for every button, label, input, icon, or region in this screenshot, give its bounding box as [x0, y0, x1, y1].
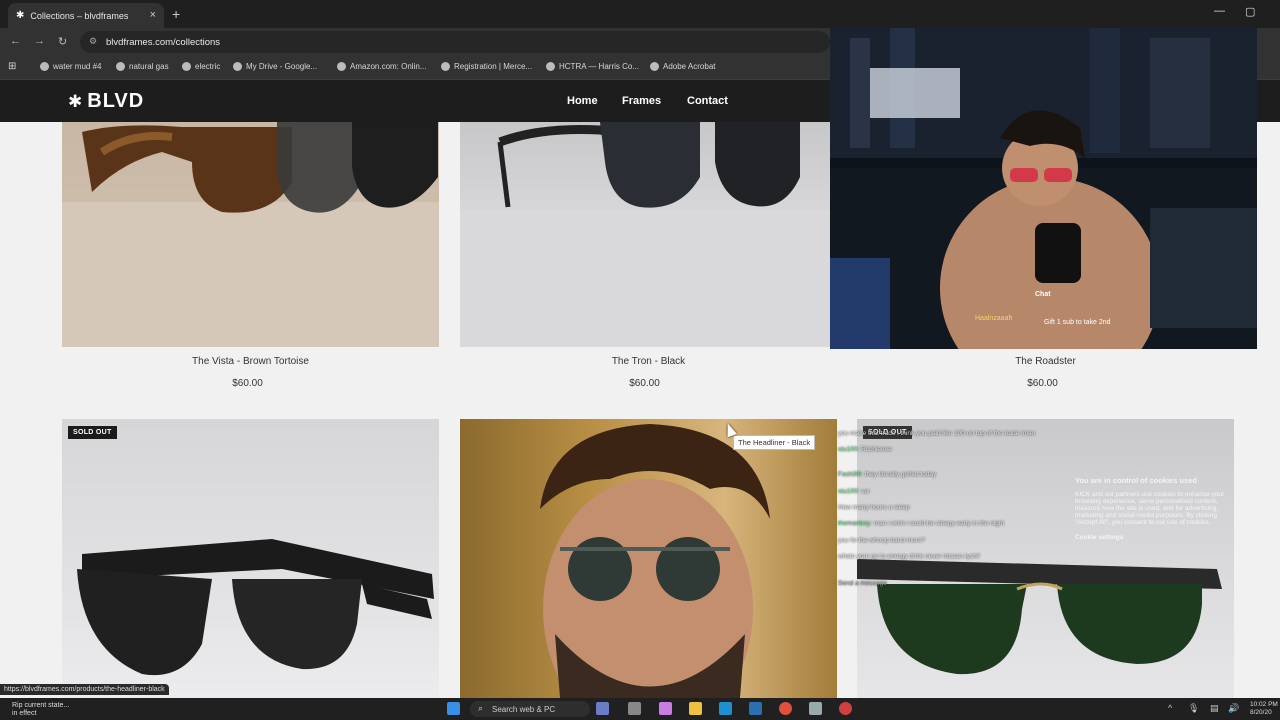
blvd-logo-icon: ✱ [68, 91, 84, 111]
bookmark-favicon-icon [441, 62, 450, 71]
tab-title: Collections – blvdframes [30, 10, 129, 21]
chrome-icon[interactable] [779, 702, 792, 715]
file-explorer-icon[interactable] [689, 702, 702, 715]
bookmark-item[interactable]: Adobe Acrobat [650, 62, 715, 71]
black-sunglasses-image [460, 122, 837, 347]
copilot-icon[interactable] [659, 702, 672, 715]
product-price: $60.00 [629, 378, 660, 389]
bookmark-item[interactable]: natural gas [116, 62, 169, 71]
taskbar-clock[interactable]: 10:02 PM 8/20/20 [1250, 701, 1278, 717]
livestream-video[interactable]: Chat Haalnzaaah Gift 1 sub to take 2nd [830, 28, 1257, 349]
cookie-body: KICK and our partners use cookies to enh… [1075, 491, 1225, 526]
site-logo[interactable]: ✱ BLVD [68, 90, 144, 113]
product-image-vista[interactable] [62, 122, 439, 347]
product-image-tron[interactable] [460, 122, 837, 347]
black-wayfarer-image [77, 539, 434, 676]
chat-message: whats your go to energy drink never miss… [838, 553, 980, 560]
nav-frames[interactable]: Frames [622, 95, 661, 107]
product-price: $60.00 [232, 378, 263, 389]
windows-start-icon[interactable] [447, 702, 460, 715]
restore-icon[interactable]: ▢ [1245, 5, 1255, 18]
stream-scene-image [830, 28, 1257, 349]
edge-icon[interactable] [719, 702, 732, 715]
forward-icon[interactable]: → [34, 35, 45, 47]
bookmark-item[interactable]: Amazon.com: Onlin... [337, 62, 426, 71]
chat-input[interactable]: Send a message [838, 580, 887, 587]
browser-tab[interactable]: ✱ Collections – blvdframes × [8, 3, 164, 28]
tray-chevron-icon[interactable]: ^ [1168, 703, 1172, 713]
volume-icon[interactable]: 🔊 [1228, 703, 1239, 714]
product-image-headliner[interactable] [460, 419, 837, 698]
apps-grid-icon[interactable]: ⊞ [8, 61, 16, 72]
chat-message: themanboy: man i wish i could be sleepy … [838, 520, 1005, 527]
url-text: blvdframes.com/collections [106, 36, 221, 48]
windows-taskbar: Rip current state... in effect ⌕ Search … [0, 698, 1280, 720]
chat-message: Fashi99: they literally golfed today [838, 471, 937, 478]
nav-contact[interactable]: Contact [687, 95, 728, 107]
tortoise-sunglasses-image [62, 122, 439, 347]
cookie-heading: You are in control of cookies used [1075, 476, 1197, 485]
sold-out-badge: SOLD OUT [68, 426, 117, 439]
reload-icon[interactable]: ↻ [58, 35, 67, 48]
status-url: https://blvdframes.com/products/the-head… [0, 684, 169, 695]
microphone-icon[interactable]: 🎙 [1188, 703, 1199, 714]
search-icon: ⌕ [478, 703, 484, 713]
product-title[interactable]: The Vista - Brown Tortoise [62, 356, 439, 367]
store-icon[interactable] [749, 702, 762, 715]
chat-message: you fw the whoop band more? [838, 537, 926, 544]
product-title[interactable]: The Tron - Black [460, 356, 837, 367]
new-tab-button[interactable]: + [172, 6, 180, 22]
cookie-settings-button[interactable]: Cookie settings [1075, 534, 1240, 541]
app-icon[interactable] [839, 702, 852, 715]
nav-home[interactable]: Home [567, 95, 598, 107]
close-tab-icon[interactable]: × [150, 9, 156, 21]
hctra-icon [546, 62, 555, 71]
network-icon[interactable]: ▤ [1210, 703, 1219, 714]
taskbar-search[interactable]: ⌕ Search web & PC [470, 701, 590, 717]
link-tooltip: The Headliner - Black [733, 435, 816, 450]
product-image-sold-out[interactable] [62, 419, 439, 698]
site-info-icon[interactable]: ⚙ [89, 36, 97, 47]
bookmark-item[interactable]: Registration | Merce... [441, 62, 532, 71]
back-icon[interactable]: ← [10, 35, 21, 47]
bookmark-favicon-icon [116, 62, 125, 71]
chat-message: stu100: Ritchieeee [838, 446, 892, 453]
gift-user: Haalnzaaah [975, 315, 1013, 322]
bookmark-item[interactable]: electric [182, 62, 220, 71]
weather-notification[interactable]: Rip current state... in effect [12, 702, 69, 718]
drive-icon [233, 62, 242, 71]
bookmark-item[interactable]: water mud #4 [40, 62, 101, 71]
bookmark-favicon-icon [40, 62, 49, 71]
chat-message: you make that trade i think you paid lik… [838, 430, 1036, 437]
bookmark-favicon-icon [182, 62, 191, 71]
stream-chat-overlay: you make that trade i think you paid lik… [838, 348, 1238, 598]
model-wearing-sunglasses-image [540, 424, 770, 698]
browser-tab-strip: ✱ Collections – blvdframes × + — ▢ [0, 0, 1280, 28]
amazon-icon [337, 62, 346, 71]
chat-label[interactable]: Chat [1035, 291, 1051, 298]
acrobat-icon [650, 62, 659, 71]
app-icon[interactable] [809, 702, 822, 715]
cookie-banner: You are in control of cookies used KICK … [1075, 476, 1240, 541]
task-view-icon[interactable] [628, 702, 641, 715]
gift-text[interactable]: Gift 1 sub to take 2nd [1044, 319, 1111, 326]
chat-message: How many hours u sleep [838, 504, 910, 511]
address-bar[interactable]: ⚙ blvdframes.com/collections [80, 31, 830, 53]
minimize-icon[interactable]: — [1214, 5, 1225, 17]
blvd-favicon-icon: ✱ [16, 10, 25, 21]
bookmark-item[interactable]: My Drive - Google... [233, 62, 317, 71]
app-icon[interactable] [596, 702, 609, 715]
bookmark-item[interactable]: HCTRA — Harris Co... [546, 62, 639, 71]
chat-message: stu100: sui [838, 488, 870, 495]
